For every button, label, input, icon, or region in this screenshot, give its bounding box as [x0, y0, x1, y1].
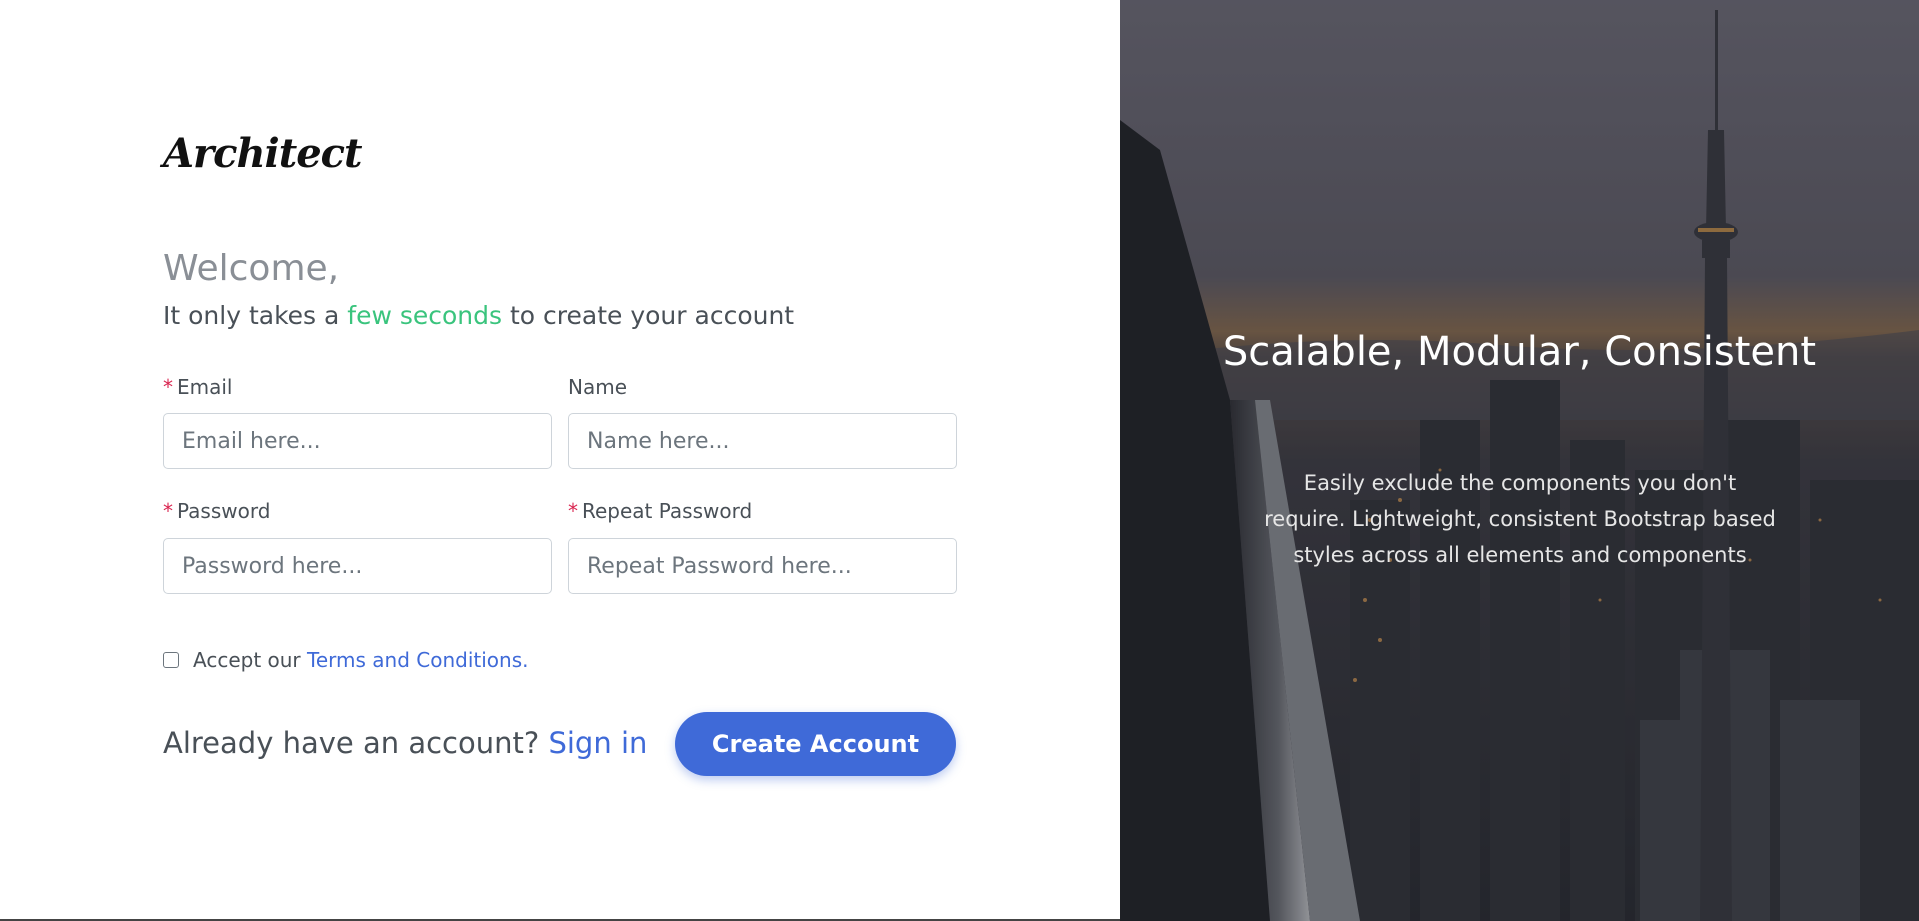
- register-page: Architect Welcome, It only takes a few s…: [0, 0, 1919, 921]
- subtitle-after: to create your account: [502, 301, 795, 330]
- slide-title: Scalable, Modular, Consistent: [1222, 329, 1817, 375]
- brand-logo: Architect: [163, 130, 362, 177]
- required-marker: *: [163, 375, 173, 399]
- subtitle-highlight: few seconds: [347, 301, 503, 330]
- repeat-password-label: * Repeat Password: [568, 499, 752, 523]
- terms-checkbox[interactable]: [163, 652, 179, 668]
- create-account-button[interactable]: Create Account: [675, 712, 956, 776]
- name-input[interactable]: [568, 413, 957, 469]
- register-panel: Architect Welcome, It only takes a few s…: [0, 0, 1120, 921]
- terms-link[interactable]: Terms and Conditions: [307, 648, 522, 672]
- subtitle-before: It only takes a: [163, 301, 348, 330]
- terms-row: Accept our Terms and Conditions.: [163, 648, 528, 672]
- password-label: * Password: [163, 499, 270, 523]
- welcome-heading: Welcome,: [163, 248, 340, 289]
- name-label: Name: [568, 375, 627, 399]
- password-input[interactable]: [163, 538, 552, 594]
- signin-link[interactable]: Sign in: [548, 726, 647, 760]
- name-label-text: Name: [568, 375, 628, 399]
- password-label-text: Password: [177, 499, 271, 523]
- repeat-password-label-text: Repeat Password: [582, 499, 753, 523]
- required-marker: *: [163, 499, 173, 523]
- slide-description: Easily exclude the components you don't …: [1264, 471, 1776, 567]
- email-input[interactable]: [163, 413, 552, 469]
- email-label: * Email: [163, 375, 233, 399]
- welcome-subtitle: It only takes a few seconds to create yo…: [163, 301, 794, 330]
- required-marker: *: [568, 499, 578, 523]
- signin-prompt-text: Already have an account?: [163, 726, 549, 760]
- signin-prompt: Already have an account? Sign in: [163, 726, 647, 760]
- terms-suffix: .: [522, 648, 529, 672]
- promo-slide: Scalable, Modular, Consistent Easily exc…: [1120, 0, 1919, 921]
- slide-overlay: [1120, 0, 1919, 921]
- terms-prefix: Accept our: [193, 648, 308, 672]
- email-label-text: Email: [177, 375, 233, 399]
- repeat-password-input[interactable]: [568, 538, 957, 594]
